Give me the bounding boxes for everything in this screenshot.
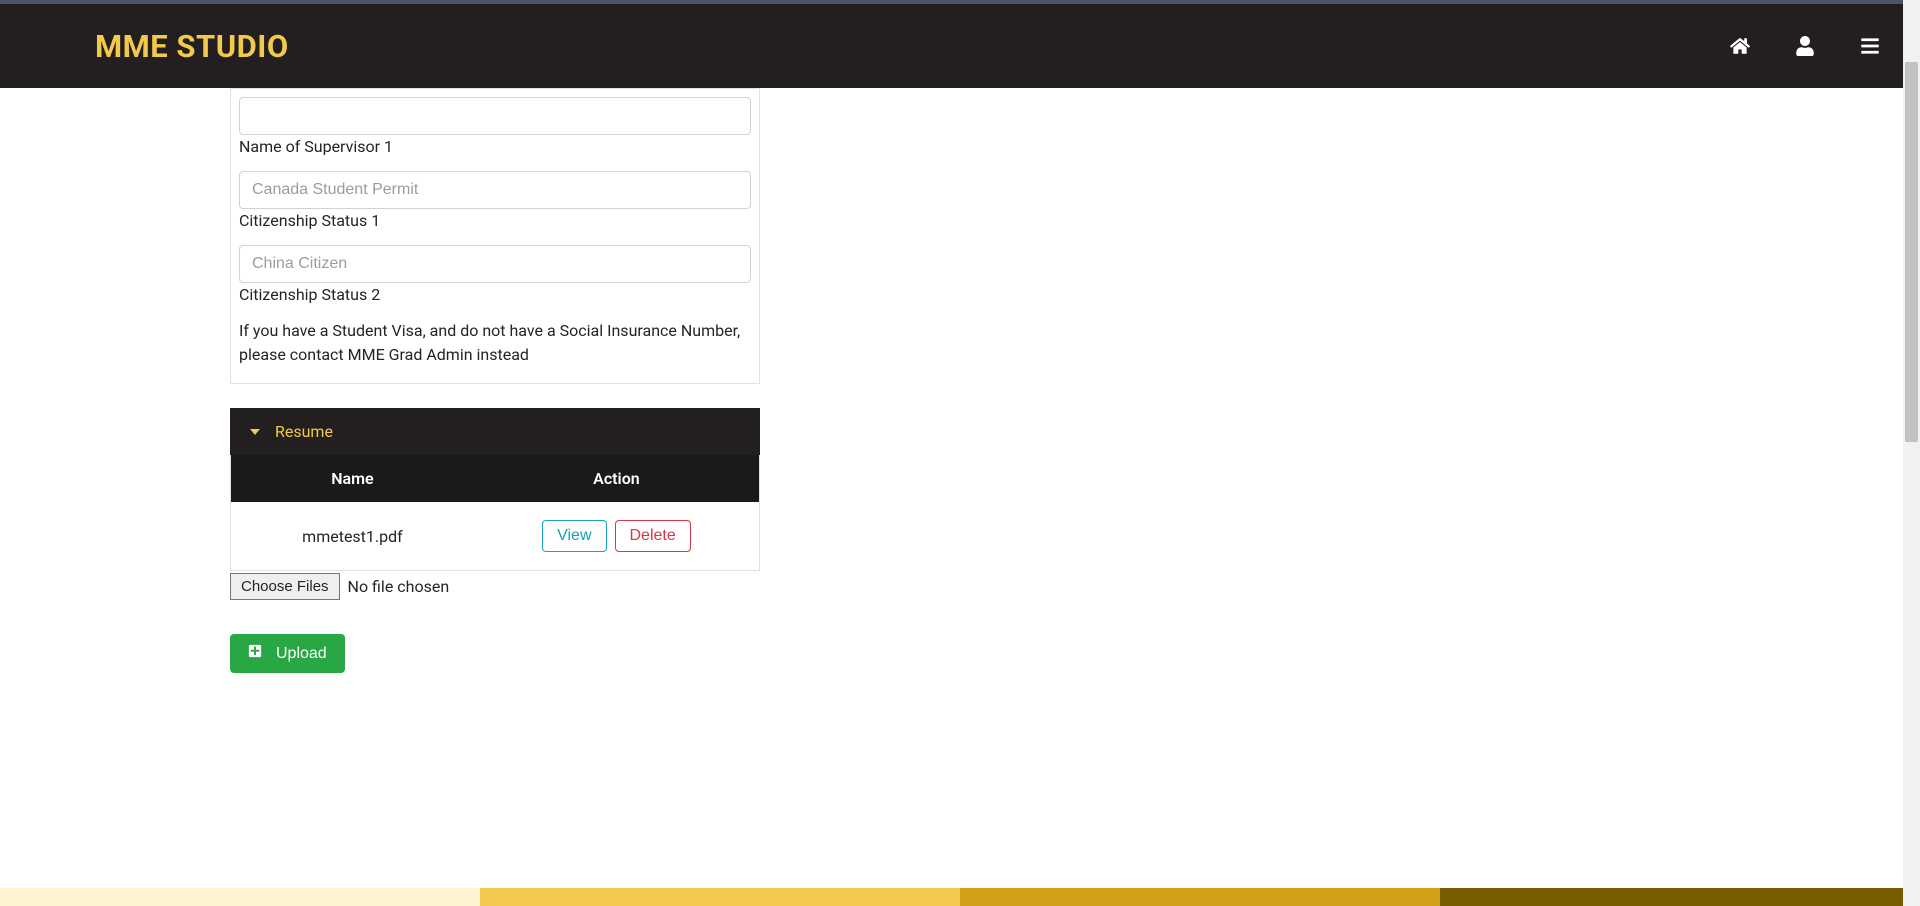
citizenship-2-input[interactable] [239, 245, 751, 283]
citizenship-1-group: Citizenship Status 1 [239, 171, 751, 230]
stripe-segment [480, 888, 960, 906]
stripe-segment [960, 888, 1440, 906]
resume-header[interactable]: Resume [230, 408, 760, 455]
citizenship-2-group: Citizenship Status 2 [239, 245, 751, 304]
supervisor-1-label: Name of Supervisor 1 [239, 137, 751, 156]
app-header: MME STUDIO [0, 4, 1920, 88]
home-icon[interactable] [1730, 36, 1750, 56]
citizenship-1-label: Citizenship Status 1 [239, 211, 751, 230]
caret-down-icon [250, 429, 260, 435]
brand-title[interactable]: MME STUDIO [95, 28, 289, 65]
scrollbar-thumb[interactable] [1905, 62, 1918, 442]
resume-table: Name Action mmetest1.pdf View Delete [230, 455, 760, 571]
no-file-chosen-text: No file chosen [348, 577, 450, 596]
upload-button[interactable]: Upload [230, 634, 345, 673]
user-icon[interactable] [1795, 36, 1815, 56]
form-card: Name of Supervisor 1 Citizenship Status … [230, 88, 760, 384]
resume-title: Resume [275, 422, 333, 441]
upload-button-label: Upload [276, 645, 327, 663]
header-icons [1730, 36, 1880, 56]
resume-section: Resume Name Action mmetest1.pdf View Del… [230, 408, 760, 571]
citizenship-1-input[interactable] [239, 171, 751, 209]
plus-square-icon [248, 644, 262, 663]
citizenship-2-label: Citizenship Status 2 [239, 285, 751, 304]
hamburger-menu-icon[interactable] [1860, 36, 1880, 56]
table-head: Name Action [231, 455, 759, 502]
visa-info-text: If you have a Student Visa, and do not h… [239, 319, 751, 367]
file-name-cell: mmetest1.pdf [231, 527, 474, 546]
delete-button[interactable]: Delete [615, 520, 691, 552]
choose-files-button[interactable]: Choose Files [230, 573, 340, 600]
file-chooser: Choose Files No file chosen [230, 573, 1920, 600]
view-button[interactable]: View [542, 520, 606, 552]
footer-stripe [0, 888, 1920, 906]
stripe-segment [0, 888, 480, 906]
supervisor-1-group: Name of Supervisor 1 [239, 97, 751, 156]
col-name-header: Name [231, 455, 474, 502]
scrollbar-track[interactable] [1903, 0, 1920, 906]
stripe-segment [1440, 888, 1920, 906]
col-action-header: Action [474, 455, 759, 502]
supervisor-1-input[interactable] [239, 97, 751, 135]
action-cell: View Delete [474, 520, 759, 552]
content-area: Name of Supervisor 1 Citizenship Status … [0, 88, 1920, 673]
table-row: mmetest1.pdf View Delete [231, 502, 759, 570]
